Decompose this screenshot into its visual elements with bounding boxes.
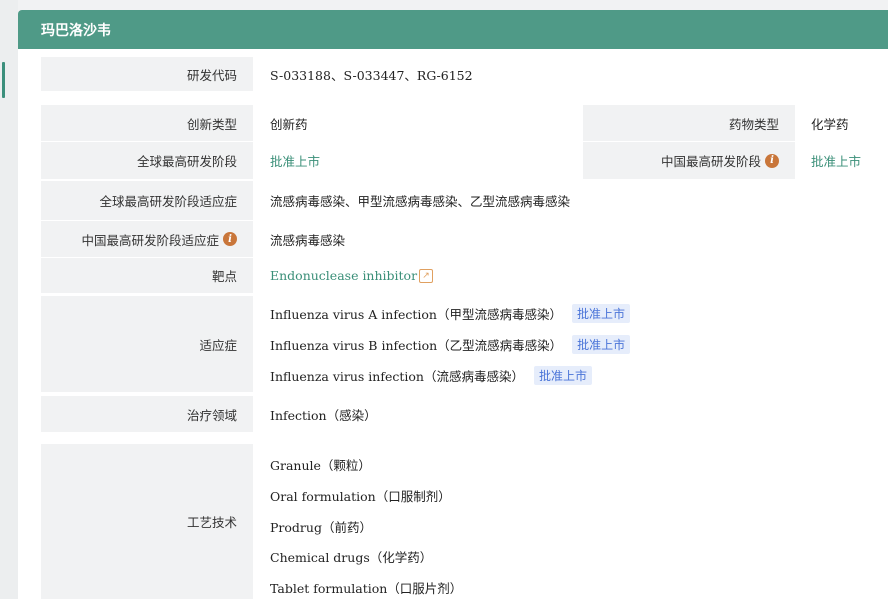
global-stage-value[interactable]: 批准上市 — [270, 142, 320, 179]
china-stage-value[interactable]: 批准上市 — [811, 142, 861, 179]
drug-header: 玛巴洛沙韦 — [18, 10, 888, 49]
code-value: S-033188、S-033447、RG-6152 — [270, 67, 473, 83]
technology-item: Tablet formulation（口服片剂） — [270, 580, 463, 596]
global-indication-label: 全球最高研发阶段适应症 — [41, 181, 253, 220]
sidebar-active-marker — [2, 62, 5, 98]
info-icon[interactable]: i — [223, 232, 237, 246]
info-icon[interactable]: i — [765, 153, 779, 168]
china-indication-label: 中国最高研发阶段适应症 i — [41, 221, 253, 257]
left-sidebar-edge — [0, 0, 18, 599]
indication-item: Influenza virus infection（流感病毒感染） 批准上市 — [270, 365, 592, 385]
drug-type-value: 化学药 — [811, 116, 849, 132]
target-link[interactable]: Endonuclease inhibitor — [270, 268, 417, 283]
technology-label: 工艺技术 — [41, 444, 253, 599]
china-indication-value: 流感病毒感染 — [270, 232, 346, 248]
technology-item: Chemical drugs（化学药） — [270, 549, 433, 565]
drug-info-card: 研发代码 S-033188、S-033447、RG-6152 创新类型 创新药 … — [18, 49, 888, 599]
china-stage-label: 中国最高研发阶段 i — [583, 142, 795, 179]
innovation-value: 创新药 — [270, 116, 308, 132]
china-stage-label-text: 中国最高研发阶段 — [660, 154, 761, 169]
drug-type-label: 药物类型 — [583, 105, 795, 141]
technology-item: Prodrug（前药） — [270, 519, 372, 535]
indication-name: Influenza virus B infection（乙型流感病毒感染） — [270, 337, 563, 353]
target-value[interactable]: Endonuclease inhibitor ↗ — [270, 258, 434, 293]
global-indication-value: 流感病毒感染、甲型流感病毒感染、乙型流感病毒感染 — [270, 194, 571, 209]
innovation-label: 创新类型 — [41, 105, 253, 141]
global-stage-label: 全球最高研发阶段 — [41, 142, 253, 179]
status-badge: 批准上市 — [572, 334, 631, 354]
indication-item: Influenza virus A infection（甲型流感病毒感染） 批准… — [270, 303, 630, 323]
china-indication-label-text: 中国最高研发阶段适应症 — [81, 232, 219, 248]
therapeutic-area-value: Infection（感染） — [270, 407, 377, 423]
technology-item: Granule（颗粒） — [270, 457, 371, 473]
drug-name-title: 玛巴洛沙韦 — [41, 22, 111, 39]
external-link-icon[interactable]: ↗ — [419, 268, 434, 283]
target-label: 靶点 — [41, 258, 253, 293]
code-label: 研发代码 — [41, 57, 253, 91]
therapeutic-area-label: 治疗领域 — [41, 396, 253, 432]
indications-label: 适应症 — [41, 296, 253, 392]
technology-item: Oral formulation（口服制剂） — [270, 488, 451, 504]
status-badge: 批准上市 — [571, 303, 630, 323]
indication-name: Influenza virus infection（流感病毒感染） — [270, 368, 524, 384]
status-badge: 批准上市 — [533, 365, 592, 385]
indication-item: Influenza virus B infection（乙型流感病毒感染） 批准… — [270, 334, 631, 354]
indication-name: Influenza virus A infection（甲型流感病毒感染） — [270, 306, 562, 322]
